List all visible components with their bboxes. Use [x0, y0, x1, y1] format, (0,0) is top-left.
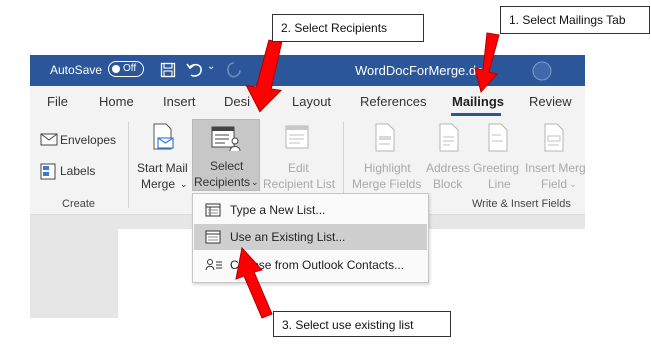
arrow-select-recipients: [245, 39, 283, 113]
annotation-arrows: [235, 32, 500, 319]
arrow-mailings: [474, 32, 500, 94]
callout-select-mailings: 1. Select Mailings Tab: [500, 6, 650, 34]
arrow-existing-list: [235, 246, 273, 319]
callout-select-recipients: 2. Select Recipients: [272, 14, 424, 42]
callout-use-existing-list: 3. Select use existing list: [273, 311, 451, 337]
